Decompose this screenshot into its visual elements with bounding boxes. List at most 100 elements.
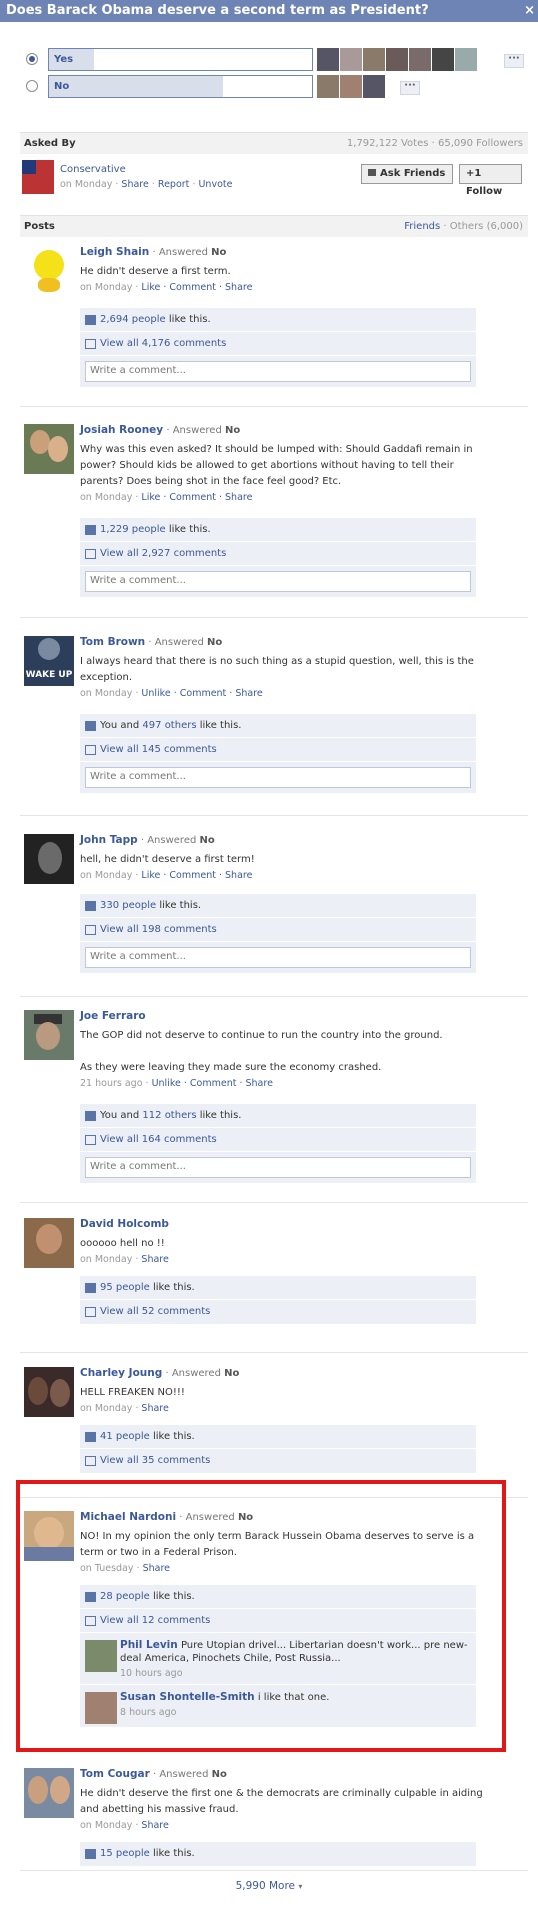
likes-link[interactable]: 41 people	[100, 1431, 150, 1442]
author-name[interactable]: John Tapp	[80, 834, 138, 846]
comments-row[interactable]: View all 145 comments	[80, 738, 476, 762]
divider	[20, 815, 528, 816]
comments-row[interactable]: View all 4,176 comments	[80, 332, 476, 356]
radio-no[interactable]	[26, 80, 38, 92]
post-text: Why was this even asked? It should be lu…	[80, 444, 473, 487]
voter-avatar[interactable]	[455, 48, 477, 71]
comments-row[interactable]: View all 198 comments	[80, 918, 476, 942]
thumbs-up-icon	[85, 1432, 96, 1442]
author-name[interactable]: Josiah Rooney	[80, 424, 163, 436]
comment-input[interactable]: Write a comment...	[85, 767, 471, 788]
author-name[interactable]: Leigh Shain	[80, 246, 149, 258]
voter-avatar[interactable]	[363, 48, 385, 71]
question-title-bar: Does Barack Obama deserve a second term …	[0, 0, 538, 22]
feedback-box: 1,229 people like this. View all 2,927 c…	[80, 518, 476, 597]
voter-avatar[interactable]	[386, 48, 408, 71]
likes-suffix: like this.	[165, 314, 211, 325]
post-actions[interactable]: Like · Comment · Share	[141, 870, 252, 881]
author-name[interactable]: Charley Joung	[80, 1367, 162, 1379]
option-yes-bar[interactable]: Yes	[48, 48, 313, 71]
follow-button[interactable]: +1 Follow	[459, 164, 522, 197]
comments-row[interactable]: View all 35 comments	[80, 1449, 476, 1473]
comments-row[interactable]: View all 52 comments	[80, 1300, 476, 1324]
author-name[interactable]: Tom Brown	[80, 636, 145, 648]
voter-avatar[interactable]	[340, 48, 362, 71]
avatar[interactable]: WAKE UP	[24, 636, 74, 686]
voter-avatar[interactable]	[363, 75, 385, 98]
ask-friends-button[interactable]: Ask Friends	[361, 164, 453, 184]
view-comments-link[interactable]: View all 198 comments	[100, 924, 217, 935]
likes-link[interactable]: 330 people	[100, 900, 156, 911]
likes-row: 15 people like this.	[80, 1842, 476, 1866]
likes-row: 41 people like this.	[80, 1425, 476, 1449]
option-no[interactable]: No ···	[26, 75, 526, 99]
post-actions[interactable]: Unlike · Comment · Share	[152, 1078, 273, 1089]
post-actions[interactable]: Like · Comment · Share	[141, 492, 252, 503]
friends-filter[interactable]: Friends	[404, 221, 440, 232]
more-voters-no-button[interactable]: ···	[400, 81, 420, 95]
answered-label: Answered	[154, 637, 204, 648]
option-yes[interactable]: Yes ···	[26, 48, 526, 72]
comments-row[interactable]: View all 2,927 comments	[80, 542, 476, 566]
answered-label: Answered	[158, 247, 208, 258]
post-actions[interactable]: Share	[141, 1403, 168, 1414]
thumbs-up-icon	[85, 1849, 96, 1859]
view-comments-link[interactable]: View all 2,927 comments	[100, 548, 226, 559]
comment-input[interactable]: Write a comment...	[85, 947, 471, 968]
post-time: on Monday	[80, 1820, 133, 1831]
likes-link[interactable]: 95 people	[100, 1282, 150, 1293]
voter-avatar[interactable]	[317, 48, 339, 71]
comments-row[interactable]: View all 164 comments	[80, 1128, 476, 1152]
view-comments-link[interactable]: View all 145 comments	[100, 744, 217, 755]
asker-name[interactable]: Conservative	[60, 163, 232, 176]
view-comments-link[interactable]: View all 164 comments	[100, 1134, 217, 1145]
comment-input[interactable]: Write a comment...	[85, 571, 471, 592]
voter-avatar[interactable]	[409, 48, 431, 71]
avatar[interactable]	[24, 1367, 74, 1417]
author-name[interactable]: Joe Ferraro	[80, 1010, 146, 1022]
comment-icon	[85, 1307, 96, 1317]
comment-input[interactable]: Write a comment...	[85, 1157, 471, 1178]
avatar-caption: WAKE UP	[25, 670, 73, 680]
voter-avatar[interactable]	[317, 75, 339, 98]
likes-suffix: like this.	[149, 1848, 195, 1859]
asker-avatar[interactable]	[22, 160, 54, 194]
likes-link[interactable]: 112 others	[142, 1110, 196, 1121]
more-voters-yes-button[interactable]: ···	[504, 54, 524, 68]
others-filter[interactable]: Others (6,000)	[450, 221, 523, 232]
option-no-bar[interactable]: No	[48, 75, 313, 98]
likes-link[interactable]: 497 others	[142, 720, 196, 731]
post-text: hell, he didn't deserve a first term!	[80, 854, 255, 865]
post-actions[interactable]: Like · Comment · Share	[141, 282, 252, 293]
view-comments-link[interactable]: View all 4,176 comments	[100, 338, 226, 349]
answered-label: Answered	[159, 1769, 209, 1780]
voter-avatar[interactable]	[340, 75, 362, 98]
more-posts-link[interactable]: 5,990 More ▾	[0, 1880, 538, 1892]
view-comments-link[interactable]: View all 52 comments	[100, 1306, 210, 1317]
close-icon[interactable]: ×	[524, 0, 535, 22]
likes-link[interactable]: 2,694 people	[100, 314, 166, 325]
avatar[interactable]	[24, 1010, 74, 1060]
comment-input[interactable]: Write a comment...	[85, 361, 471, 382]
likes-row: 2,694 people like this.	[80, 308, 476, 332]
share-link[interactable]: Share	[121, 179, 148, 190]
view-comments-link[interactable]: View all 35 comments	[100, 1455, 210, 1466]
follow-label: Follow	[466, 186, 503, 197]
post-actions[interactable]: Share	[141, 1254, 168, 1265]
author-name[interactable]: David Holcomb	[80, 1218, 169, 1230]
likes-link[interactable]: 1,229 people	[100, 524, 166, 535]
post-actions[interactable]: Share	[141, 1820, 168, 1831]
avatar[interactable]	[24, 1218, 74, 1268]
radio-yes[interactable]	[26, 53, 38, 65]
report-link[interactable]: Report	[158, 179, 190, 190]
avatar[interactable]	[24, 246, 74, 296]
author-name[interactable]: Tom Cougar	[80, 1768, 150, 1780]
post-actions[interactable]: Unlike · Comment · Share	[141, 688, 262, 699]
unvote-link[interactable]: Unvote	[198, 179, 232, 190]
avatar[interactable]	[24, 1768, 74, 1818]
voter-avatar[interactable]	[432, 48, 454, 71]
likes-link[interactable]: 15 people	[100, 1848, 150, 1859]
avatar[interactable]	[24, 834, 74, 884]
avatar[interactable]	[24, 424, 74, 474]
question-title: Does Barack Obama deserve a second term …	[6, 3, 429, 18]
